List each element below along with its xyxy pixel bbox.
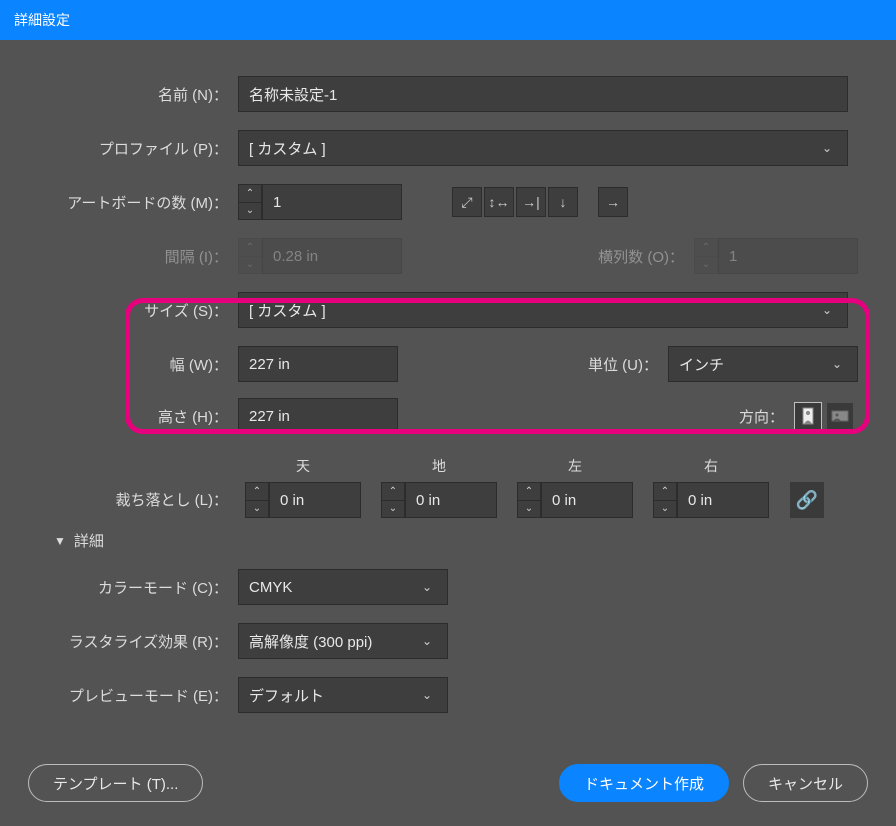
- bleed-top-stepper[interactable]: ⌃⌄: [245, 482, 269, 518]
- stepper-down-icon[interactable]: ⌄: [239, 203, 261, 220]
- stepper-down-icon: ⌄: [695, 257, 717, 274]
- columns-label: 横列数 (O)：: [598, 246, 684, 267]
- stepper-up-icon: ⌃: [239, 239, 261, 257]
- height-input[interactable]: [238, 398, 398, 434]
- bleed-label: 裁ち落とし (L)：: [28, 489, 238, 518]
- width-input[interactable]: [238, 346, 398, 382]
- size-select[interactable]: [ カスタム ] ⌄: [238, 292, 848, 328]
- width-label: 幅 (W)：: [28, 354, 238, 375]
- chevron-down-icon: ⌄: [417, 570, 437, 604]
- bleed-bottom-stepper[interactable]: ⌃⌄: [381, 482, 405, 518]
- raster-label: ラスタライズ効果 (R)：: [28, 631, 238, 652]
- triangle-down-icon: ▼: [54, 534, 66, 548]
- templates-button[interactable]: テンプレート (T)...: [28, 764, 203, 802]
- height-label: 高さ (H)：: [28, 406, 238, 427]
- spacing-label: 間隔 (I)：: [28, 246, 238, 267]
- units-label: 単位 (U)：: [588, 354, 658, 375]
- raster-select[interactable]: 高解像度 (300 ppi) ⌄: [238, 623, 448, 659]
- advanced-section-toggle[interactable]: ▼ 詳細: [54, 530, 868, 551]
- grid-by-col-icon[interactable]: ↕↔: [484, 187, 514, 217]
- artboards-stepper[interactable]: ⌃ ⌄: [238, 184, 262, 220]
- create-document-button[interactable]: ドキュメント作成: [559, 764, 729, 802]
- orientation-portrait-button[interactable]: [794, 402, 822, 430]
- bleed-right-stepper[interactable]: ⌃⌄: [653, 482, 677, 518]
- bleed-bottom-label: 地: [432, 456, 446, 476]
- spacing-stepper: ⌃ ⌄: [238, 238, 262, 274]
- bleed-left-input[interactable]: [541, 482, 633, 518]
- stepper-down-icon: ⌄: [239, 257, 261, 274]
- cancel-button[interactable]: キャンセル: [743, 764, 868, 802]
- chevron-down-icon: ⌄: [817, 131, 837, 165]
- profile-label: プロファイル (P)：: [28, 138, 238, 159]
- stepper-up-icon: ⌃: [695, 239, 717, 257]
- arrange-down-icon[interactable]: ↓: [548, 187, 578, 217]
- bleed-left-label: 左: [568, 456, 582, 476]
- bleed-left-stepper[interactable]: ⌃⌄: [517, 482, 541, 518]
- preview-label: プレビューモード (E)：: [28, 685, 238, 706]
- arrange-right-icon[interactable]: →|: [516, 187, 546, 217]
- bleed-right-input[interactable]: [677, 482, 769, 518]
- columns-stepper: ⌃ ⌄: [694, 238, 718, 274]
- dialog-title: 詳細設定: [0, 0, 896, 40]
- grid-by-row-icon[interactable]: ⤢: [452, 187, 482, 217]
- artboards-input[interactable]: [262, 184, 402, 220]
- orientation-label: 方向：: [739, 406, 784, 427]
- chevron-down-icon: ⌄: [417, 678, 437, 712]
- artboards-label: アートボードの数 (M)：: [28, 192, 238, 213]
- color-mode-label: カラーモード (C)：: [28, 577, 238, 598]
- size-label: サイズ (S)：: [28, 300, 238, 321]
- bleed-top-input[interactable]: [269, 482, 361, 518]
- orientation-landscape-button[interactable]: [826, 402, 854, 430]
- name-label: 名前 (N)：: [28, 84, 238, 105]
- chevron-down-icon: ⌄: [817, 293, 837, 327]
- stepper-up-icon[interactable]: ⌃: [239, 185, 261, 203]
- columns-input: [718, 238, 858, 274]
- spacing-input: [262, 238, 402, 274]
- profile-select[interactable]: [ カスタム ] ⌄: [238, 130, 848, 166]
- units-select[interactable]: インチ ⌄: [668, 346, 858, 382]
- preview-select[interactable]: デフォルト ⌄: [238, 677, 448, 713]
- bleed-bottom-input[interactable]: [405, 482, 497, 518]
- bleed-top-label: 天: [296, 456, 310, 476]
- chevron-down-icon: ⌄: [827, 347, 847, 381]
- chevron-down-icon: ⌄: [417, 624, 437, 658]
- name-input[interactable]: [238, 76, 848, 112]
- color-mode-select[interactable]: CMYK ⌄: [238, 569, 448, 605]
- link-bleed-icon[interactable]: 🔗: [790, 482, 824, 518]
- direction-icon[interactable]: →: [598, 187, 628, 217]
- bleed-right-label: 右: [704, 456, 718, 476]
